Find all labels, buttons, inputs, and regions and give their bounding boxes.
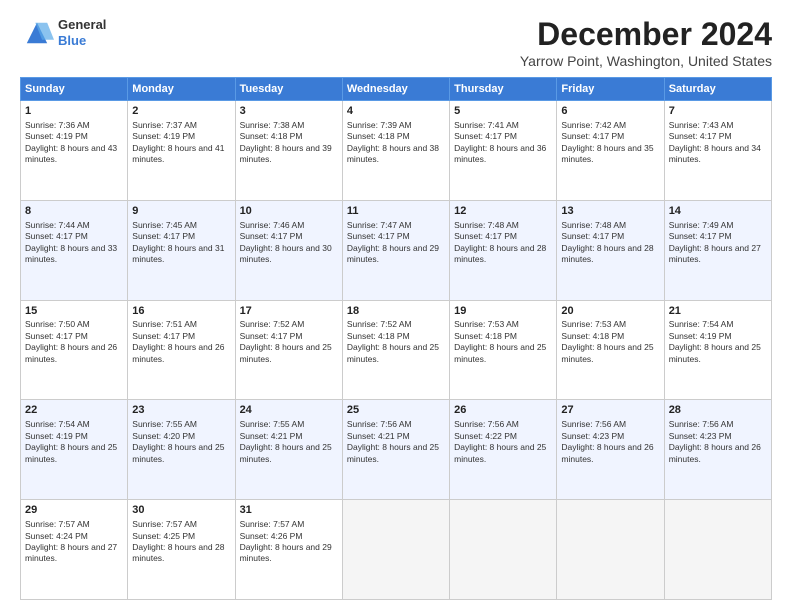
day-24: 24Sunrise: 7:55 AMSunset: 4:21 PMDayligh…	[235, 400, 342, 500]
col-thursday: Thursday	[450, 78, 557, 101]
page: General Blue December 2024 Yarrow Point,…	[0, 0, 792, 612]
col-friday: Friday	[557, 78, 664, 101]
day-31: 31Sunrise: 7:57 AMSunset: 4:26 PMDayligh…	[235, 500, 342, 600]
day-23: 23Sunrise: 7:55 AMSunset: 4:20 PMDayligh…	[128, 400, 235, 500]
week-row-4: 22Sunrise: 7:54 AMSunset: 4:19 PMDayligh…	[21, 400, 772, 500]
logo-general: General	[58, 17, 106, 32]
day-17: 17Sunrise: 7:52 AMSunset: 4:17 PMDayligh…	[235, 300, 342, 400]
day-11: 11Sunrise: 7:47 AMSunset: 4:17 PMDayligh…	[342, 200, 449, 300]
main-title: December 2024	[520, 16, 772, 53]
day-3: 3Sunrise: 7:38 AMSunset: 4:18 PMDaylight…	[235, 101, 342, 201]
day-22: 22Sunrise: 7:54 AMSunset: 4:19 PMDayligh…	[21, 400, 128, 500]
day-18: 18Sunrise: 7:52 AMSunset: 4:18 PMDayligh…	[342, 300, 449, 400]
logo-text: General Blue	[58, 17, 106, 48]
day-15: 15Sunrise: 7:50 AMSunset: 4:17 PMDayligh…	[21, 300, 128, 400]
day-empty	[664, 500, 771, 600]
col-tuesday: Tuesday	[235, 78, 342, 101]
day-27: 27Sunrise: 7:56 AMSunset: 4:23 PMDayligh…	[557, 400, 664, 500]
logo-blue: Blue	[58, 33, 86, 48]
col-wednesday: Wednesday	[342, 78, 449, 101]
subtitle: Yarrow Point, Washington, United States	[520, 53, 772, 69]
day-30: 30Sunrise: 7:57 AMSunset: 4:25 PMDayligh…	[128, 500, 235, 600]
day-5: 5Sunrise: 7:41 AMSunset: 4:17 PMDaylight…	[450, 101, 557, 201]
day-12: 12Sunrise: 7:48 AMSunset: 4:17 PMDayligh…	[450, 200, 557, 300]
day-1: 1Sunrise: 7:36 AMSunset: 4:19 PMDaylight…	[21, 101, 128, 201]
logo: General Blue	[20, 16, 106, 50]
header-row: General Blue December 2024 Yarrow Point,…	[20, 16, 772, 69]
logo-icon	[20, 16, 54, 50]
day-19: 19Sunrise: 7:53 AMSunset: 4:18 PMDayligh…	[450, 300, 557, 400]
calendar-header-row: Sunday Monday Tuesday Wednesday Thursday…	[21, 78, 772, 101]
day-29: 29Sunrise: 7:57 AMSunset: 4:24 PMDayligh…	[21, 500, 128, 600]
day-empty	[450, 500, 557, 600]
day-14: 14Sunrise: 7:49 AMSunset: 4:17 PMDayligh…	[664, 200, 771, 300]
day-empty	[342, 500, 449, 600]
week-row-2: 8Sunrise: 7:44 AMSunset: 4:17 PMDaylight…	[21, 200, 772, 300]
day-21: 21Sunrise: 7:54 AMSunset: 4:19 PMDayligh…	[664, 300, 771, 400]
week-row-5: 29Sunrise: 7:57 AMSunset: 4:24 PMDayligh…	[21, 500, 772, 600]
col-monday: Monday	[128, 78, 235, 101]
day-16: 16Sunrise: 7:51 AMSunset: 4:17 PMDayligh…	[128, 300, 235, 400]
day-empty	[557, 500, 664, 600]
day-2: 2Sunrise: 7:37 AMSunset: 4:19 PMDaylight…	[128, 101, 235, 201]
col-saturday: Saturday	[664, 78, 771, 101]
day-7: 7Sunrise: 7:43 AMSunset: 4:17 PMDaylight…	[664, 101, 771, 201]
day-28: 28Sunrise: 7:56 AMSunset: 4:23 PMDayligh…	[664, 400, 771, 500]
title-block: December 2024 Yarrow Point, Washington, …	[520, 16, 772, 69]
calendar-table: Sunday Monday Tuesday Wednesday Thursday…	[20, 77, 772, 600]
day-6: 6Sunrise: 7:42 AMSunset: 4:17 PMDaylight…	[557, 101, 664, 201]
day-8: 8Sunrise: 7:44 AMSunset: 4:17 PMDaylight…	[21, 200, 128, 300]
day-25: 25Sunrise: 7:56 AMSunset: 4:21 PMDayligh…	[342, 400, 449, 500]
day-26: 26Sunrise: 7:56 AMSunset: 4:22 PMDayligh…	[450, 400, 557, 500]
col-sunday: Sunday	[21, 78, 128, 101]
week-row-1: 1Sunrise: 7:36 AMSunset: 4:19 PMDaylight…	[21, 101, 772, 201]
day-20: 20Sunrise: 7:53 AMSunset: 4:18 PMDayligh…	[557, 300, 664, 400]
week-row-3: 15Sunrise: 7:50 AMSunset: 4:17 PMDayligh…	[21, 300, 772, 400]
day-9: 9Sunrise: 7:45 AMSunset: 4:17 PMDaylight…	[128, 200, 235, 300]
day-10: 10Sunrise: 7:46 AMSunset: 4:17 PMDayligh…	[235, 200, 342, 300]
day-4: 4Sunrise: 7:39 AMSunset: 4:18 PMDaylight…	[342, 101, 449, 201]
day-13: 13Sunrise: 7:48 AMSunset: 4:17 PMDayligh…	[557, 200, 664, 300]
